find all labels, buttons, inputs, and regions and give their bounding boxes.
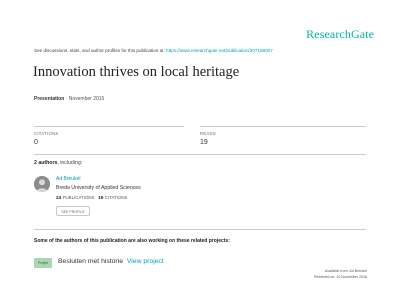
project-badge: Project xyxy=(34,258,52,268)
publication-title: Innovation thrives on local heritage xyxy=(33,64,240,80)
meta-separator: · xyxy=(65,96,68,102)
authors-including: , including: xyxy=(57,160,83,166)
author-stats: 24 PUBLICATIONS 19 CITATIONS xyxy=(56,195,127,201)
related-heading-text: Some of the authors of this publication … xyxy=(34,238,230,244)
reads-value: 19 xyxy=(200,139,208,146)
see-profile-button[interactable]: SEE PROFILE xyxy=(56,206,90,216)
retrieved-on: Retrieved on: 10 November 2016 xyxy=(314,275,367,279)
authors-divider xyxy=(34,154,366,155)
project-entry: Besluiten met historie View project xyxy=(58,258,164,265)
author-citations-count: 19 xyxy=(98,196,104,201)
citations-label: CITATIONS xyxy=(34,131,59,136)
publication-meta: Presentation · November 2015 xyxy=(34,96,104,102)
researchgate-logo[interactable]: ResearchGate xyxy=(306,27,374,42)
author-institution: Breda University of Applied Sciences xyxy=(56,185,141,191)
author-publications-label: PUBLICATIONS xyxy=(62,195,95,200)
author-avatar[interactable] xyxy=(34,176,50,192)
publication-url-link[interactable]: https://www.researchgate.net/publication… xyxy=(166,48,273,53)
discussions-text: See discussions, stats, and author profi… xyxy=(34,48,165,53)
author-citations-label: CITATIONS xyxy=(104,195,128,200)
publication-date: November 2015 xyxy=(68,96,105,102)
citations-value: 0 xyxy=(34,139,38,146)
publication-type: Presentation xyxy=(34,96,65,102)
discussions-notice: See discussions, stats, and author profi… xyxy=(34,48,273,53)
project-title: Besluiten met historie xyxy=(58,258,123,265)
related-projects-heading: Some of the authors of this publication … xyxy=(34,238,230,244)
reads-divider xyxy=(200,126,366,127)
authors-count: 2 authors xyxy=(34,160,58,166)
person-icon xyxy=(34,176,50,192)
authors-heading: 2 authors, including: xyxy=(34,160,82,166)
author-name-link[interactable]: Ad Breukel xyxy=(56,176,80,182)
availability-info: Available from: Ad Breukel Retrieved on:… xyxy=(314,268,367,280)
view-project-link[interactable]: View project xyxy=(127,258,164,265)
author-publications-count: 24 xyxy=(56,196,62,201)
citations-divider xyxy=(34,126,184,127)
reads-label: READS xyxy=(200,131,216,136)
related-divider xyxy=(34,229,366,230)
